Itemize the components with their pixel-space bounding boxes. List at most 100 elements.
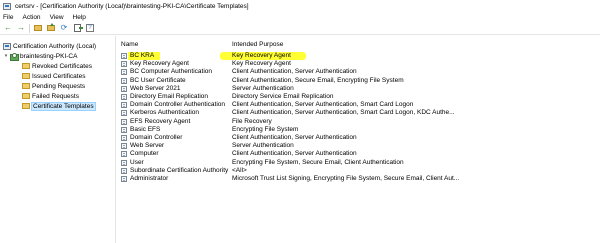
column-header-intended-purpose[interactable]: Intended Purpose <box>232 41 283 48</box>
toolbar-separator <box>29 23 30 33</box>
tree-item-pending[interactable]: Pending Requests <box>22 81 85 91</box>
certificate-template-icon <box>121 143 127 150</box>
certificate-template-icon <box>121 159 127 166</box>
certificate-template-icon <box>121 77 127 84</box>
folder-icon[interactable] <box>33 23 43 33</box>
template-purpose: Client Authentication, Server Authentica… <box>232 68 357 76</box>
ca-server-icon <box>10 52 19 61</box>
tree-label-certificate-templates: Certificate Templates <box>31 101 96 111</box>
tree-label-root: Certification Authority (Local) <box>13 42 97 50</box>
template-purpose: Encrypting File System <box>232 125 299 133</box>
collapse-arrow-icon[interactable]: ▾ <box>3 53 9 59</box>
template-name: Kerberos Authentication <box>130 109 200 117</box>
menu-bar: File Action View Help <box>0 12 600 22</box>
tree-label-pending: Pending Requests <box>32 82 86 90</box>
tree-item-certificate-templates[interactable]: Certificate Templates <box>22 101 96 111</box>
template-name: BC KRA <box>130 52 155 59</box>
console-tree: Certification Authority (Local) ▾ braint… <box>0 36 116 243</box>
certificate-template-icon <box>121 102 127 109</box>
template-purpose: Directory Service Email Replication <box>232 93 334 100</box>
template-name: Basic EFS <box>130 125 161 133</box>
certificate-template-icon <box>121 110 127 117</box>
tree-label-failed: Failed Requests <box>32 92 79 100</box>
certificate-template-icon <box>121 176 127 182</box>
template-purpose: Microsoft Trust List Signing, Encrypting… <box>232 175 460 182</box>
template-purpose: <All> <box>232 166 247 174</box>
window-title: certsrv - [Certification Authority (Loca… <box>15 2 249 10</box>
folder-icon <box>22 73 30 79</box>
list-row[interactable]: Key Recovery Agent Key Recovery Agent <box>117 60 600 68</box>
tree-item-root[interactable]: Certification Authority (Local) <box>3 41 96 51</box>
certificate-template-icon <box>121 94 127 100</box>
tree-item-issued[interactable]: Issued Certificates <box>22 71 85 81</box>
menu-file[interactable]: File <box>3 14 13 21</box>
help-icon[interactable]: ? <box>85 23 95 33</box>
list-row[interactable]: Kerberos Authentication Client Authentic… <box>117 109 600 117</box>
template-name: BC Computer Authentication <box>130 68 213 76</box>
template-purpose: Server Authentication <box>232 142 294 150</box>
list-row[interactable]: BC User Certificate Client Authenticatio… <box>117 77 600 85</box>
template-purpose: Client Authentication, Server Authentica… <box>232 109 455 117</box>
template-purpose: Server Authentication <box>232 84 294 92</box>
menu-view[interactable]: View <box>50 14 64 21</box>
certsrv-app-icon <box>3 2 11 10</box>
template-name: Domain Controller Authentication <box>130 101 226 109</box>
template-purpose: Key Recovery Agent <box>232 52 291 59</box>
back-icon[interactable]: ← <box>3 23 13 33</box>
list-row[interactable]: Domain Controller Client Authentication,… <box>117 134 600 142</box>
menu-action[interactable]: Action <box>22 14 40 21</box>
list-row[interactable]: EFS Recovery Agent File Recovery <box>117 118 600 126</box>
list-header: Name Intended Purpose <box>117 41 600 50</box>
list-row[interactable]: Subordinate Certification Authority <All… <box>117 167 600 175</box>
template-name: Web Server <box>130 142 165 150</box>
up-folder-icon[interactable] <box>46 23 56 33</box>
certificate-template-icon <box>121 69 127 76</box>
template-name: Web Server 2021 <box>130 84 181 92</box>
template-name: BC User Certificate <box>130 76 186 84</box>
folder-icon <box>22 63 30 69</box>
template-purpose: Client Authentication, Server Authentica… <box>232 134 357 141</box>
list-row[interactable]: Web Server Server Authentication <box>117 142 600 150</box>
certificate-templates-list: Name Intended Purpose BC KRA Key Recover… <box>117 36 600 243</box>
certification-authority-icon <box>3 42 11 50</box>
list-row[interactable]: Domain Controller Authentication Client … <box>117 101 600 109</box>
tree-label-ca: braintesting-PKI-CA <box>20 52 78 60</box>
menu-help[interactable]: Help <box>73 14 86 21</box>
list-row-bc-kra[interactable]: BC KRA Key Recovery Agent <box>117 52 600 61</box>
template-purpose: Encrypting File System, Secure Email, Cl… <box>232 158 404 166</box>
list-row[interactable]: Web Server 2021 Server Authentication <box>117 85 600 93</box>
certificate-template-icon <box>121 135 127 141</box>
template-name: Key Recovery Agent <box>130 60 189 68</box>
tree-item-revoked[interactable]: Revoked Certificates <box>22 61 92 71</box>
template-name: EFS Recovery Agent <box>130 117 191 125</box>
list-row[interactable]: Basic EFS Encrypting File System <box>117 126 600 134</box>
certificate-template-icon <box>121 126 127 133</box>
certificate-template-icon <box>121 85 127 92</box>
column-header-name[interactable]: Name <box>121 41 138 48</box>
refresh-icon[interactable]: ⟳ <box>59 23 69 33</box>
list-row[interactable]: User Encrypting File System, Secure Emai… <box>117 159 600 167</box>
title-bar: certsrv - [Certification Authority (Loca… <box>0 0 600 12</box>
tree-item-failed[interactable]: Failed Requests <box>22 91 79 101</box>
template-name: Directory Email Replication <box>130 93 209 100</box>
template-purpose: Client Authentication, Server Authentica… <box>232 150 357 158</box>
certificate-template-icon <box>121 167 127 174</box>
certificate-template-icon <box>121 61 127 68</box>
folder-icon <box>22 93 30 99</box>
list-row[interactable]: BC Computer Authentication Client Authen… <box>117 68 600 76</box>
template-purpose: File Recovery <box>232 117 272 125</box>
template-purpose: Client Authentication, Server Authentica… <box>232 101 414 109</box>
template-purpose: Client Authentication, Secure Email, Enc… <box>232 76 404 84</box>
template-name: Administrator <box>130 175 169 182</box>
tree-label-revoked: Revoked Certificates <box>32 62 92 70</box>
tree-item-ca[interactable]: ▾ braintesting-PKI-CA <box>3 51 77 61</box>
list-row[interactable]: Computer Client Authentication, Server A… <box>117 150 600 158</box>
list-row[interactable]: Administrator Microsoft Trust List Signi… <box>117 175 600 183</box>
forward-icon[interactable]: → <box>16 23 26 33</box>
folder-icon <box>22 103 30 109</box>
tree-label-issued: Issued Certificates <box>32 72 86 80</box>
template-purpose: Key Recovery Agent <box>232 60 291 68</box>
list-row[interactable]: Directory Email Replication Directory Se… <box>117 93 600 101</box>
export-icon[interactable] <box>72 23 83 33</box>
certificate-template-icon <box>121 53 127 59</box>
